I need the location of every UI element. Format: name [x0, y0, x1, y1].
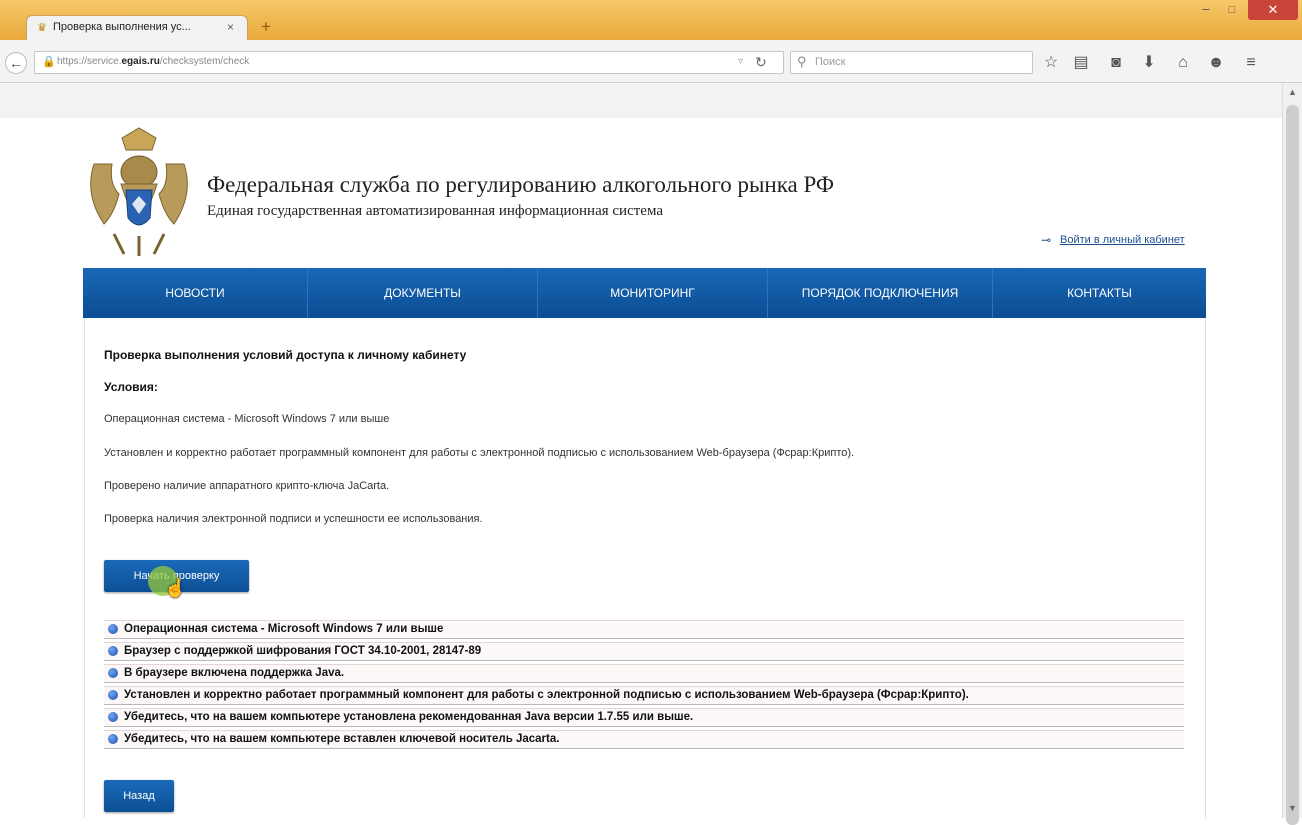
site-subtitle: Единая государственная автоматизированна…: [207, 203, 663, 219]
conditions-label: Условия:: [104, 380, 158, 394]
condition-item: Проверено наличие аппаратного крипто-клю…: [104, 480, 390, 492]
page-title: Проверка выполнения условий доступа к ли…: [104, 348, 467, 362]
result-text: В браузере включена поддержка Java.: [124, 667, 345, 679]
status-dot-icon: [108, 624, 118, 634]
minimize-button[interactable]: –: [1196, 2, 1216, 18]
browser-tab[interactable]: ♛ Проверка выполнения ус... ×: [26, 15, 248, 40]
pocket-icon[interactable]: ◙: [1105, 53, 1127, 73]
browser-titlebar: ♛ Проверка выполнения ус... × + – □ ✕: [0, 0, 1302, 40]
tab-favicon-icon: ♛: [37, 22, 47, 34]
chat-icon[interactable]: ☻: [1205, 53, 1227, 73]
status-dot-icon: [108, 646, 118, 656]
bookmark-star-icon[interactable]: ☆: [1040, 53, 1062, 73]
search-icon: ⚲: [797, 54, 807, 69]
back-button[interactable]: Назад: [104, 780, 174, 812]
search-bar[interactable]: ⚲ Поиск: [790, 51, 1033, 74]
coat-of-arms-logo: [90, 127, 188, 256]
condition-item: Установлен и корректно работает программ…: [104, 447, 855, 459]
key-icon: ⊸: [1041, 233, 1052, 247]
url-prefix: https://service.: [57, 56, 122, 67]
new-tab-button[interactable]: +: [256, 18, 276, 36]
result-text: Убедитесь, что на вашем компьютере встав…: [124, 733, 560, 745]
main-menu: НОВОСТИ ДОКУМЕНТЫ МОНИТОРИНГ ПОРЯДОК ПОД…: [83, 268, 1206, 318]
result-text: Установлен и корректно работает программ…: [124, 689, 969, 701]
status-dot-icon: [108, 668, 118, 678]
home-icon[interactable]: ⌂: [1172, 53, 1194, 73]
menu-icon[interactable]: ≡: [1240, 53, 1262, 73]
status-dot-icon: [108, 734, 118, 744]
tab-title: Проверка выполнения ус...: [53, 21, 191, 33]
menu-item-news[interactable]: НОВОСТИ: [83, 268, 308, 318]
login-link[interactable]: Войти в личный кабинет: [1060, 234, 1185, 246]
url-path: /checksystem/check: [159, 56, 250, 67]
browser-navbar: ← 🔒 https://service.egais.ru/checksystem…: [0, 40, 1302, 83]
result-row: Убедитесь, что на вашем компьютере встав…: [104, 730, 1184, 749]
tab-close-icon[interactable]: ×: [227, 20, 234, 34]
condition-item: Операционная система - Microsoft Windows…: [104, 413, 390, 425]
reload-icon[interactable]: ↻: [755, 54, 767, 71]
menu-item-documents[interactable]: ДОКУМЕНТЫ: [308, 268, 538, 318]
scroll-up-icon[interactable]: ▲: [1283, 87, 1302, 97]
search-placeholder: Поиск: [815, 56, 846, 68]
maximize-button[interactable]: □: [1220, 2, 1244, 18]
address-bar[interactable]: 🔒 https://service.egais.ru/checksystem/c…: [34, 51, 784, 74]
menu-item-connection[interactable]: ПОРЯДОК ПОДКЛЮЧЕНИЯ: [768, 268, 993, 318]
condition-item: Проверка наличия электронной подписи и у…: [104, 513, 483, 525]
vertical-scrollbar[interactable]: ▲ ▼: [1282, 83, 1302, 825]
page-top-strip: [0, 83, 1302, 118]
status-dot-icon: [108, 690, 118, 700]
result-row: В браузере включена поддержка Java.: [104, 664, 1184, 683]
download-icon[interactable]: ⬇: [1138, 53, 1160, 73]
check-results-list: Операционная система - Microsoft Windows…: [104, 620, 1184, 752]
result-row: Установлен и корректно работает программ…: [104, 686, 1184, 705]
url-domain: egais.ru: [121, 56, 160, 67]
menu-item-monitoring[interactable]: МОНИТОРИНГ: [538, 268, 768, 318]
close-window-button[interactable]: ✕: [1248, 0, 1298, 20]
result-text: Браузер с поддержкой шифрования ГОСТ 34.…: [124, 645, 482, 657]
back-arrow-icon[interactable]: ←: [5, 52, 27, 74]
scroll-thumb[interactable]: [1286, 105, 1299, 825]
result-row: Убедитесь, что на вашем компьютере устан…: [104, 708, 1184, 727]
lock-icon: 🔒: [42, 56, 56, 68]
menu-item-contacts[interactable]: КОНТАКТЫ: [993, 268, 1206, 318]
result-text: Операционная система - Microsoft Windows…: [124, 623, 444, 635]
site-title: Федеральная служба по регулированию алко…: [207, 172, 835, 197]
status-dot-icon: [108, 712, 118, 722]
result-text: Убедитесь, что на вашем компьютере устан…: [124, 711, 694, 723]
result-row: Операционная система - Microsoft Windows…: [104, 620, 1184, 639]
bookmarks-list-icon[interactable]: ▤: [1070, 53, 1092, 73]
result-row: Браузер с поддержкой шифрования ГОСТ 34.…: [104, 642, 1184, 661]
start-check-button[interactable]: Начать проверку: [104, 560, 249, 592]
dropdown-arrow-icon[interactable]: ▿: [738, 56, 743, 67]
scroll-down-icon[interactable]: ▼: [1283, 803, 1302, 813]
url-text: https://service.egais.ru/checksystem/che…: [57, 56, 249, 67]
